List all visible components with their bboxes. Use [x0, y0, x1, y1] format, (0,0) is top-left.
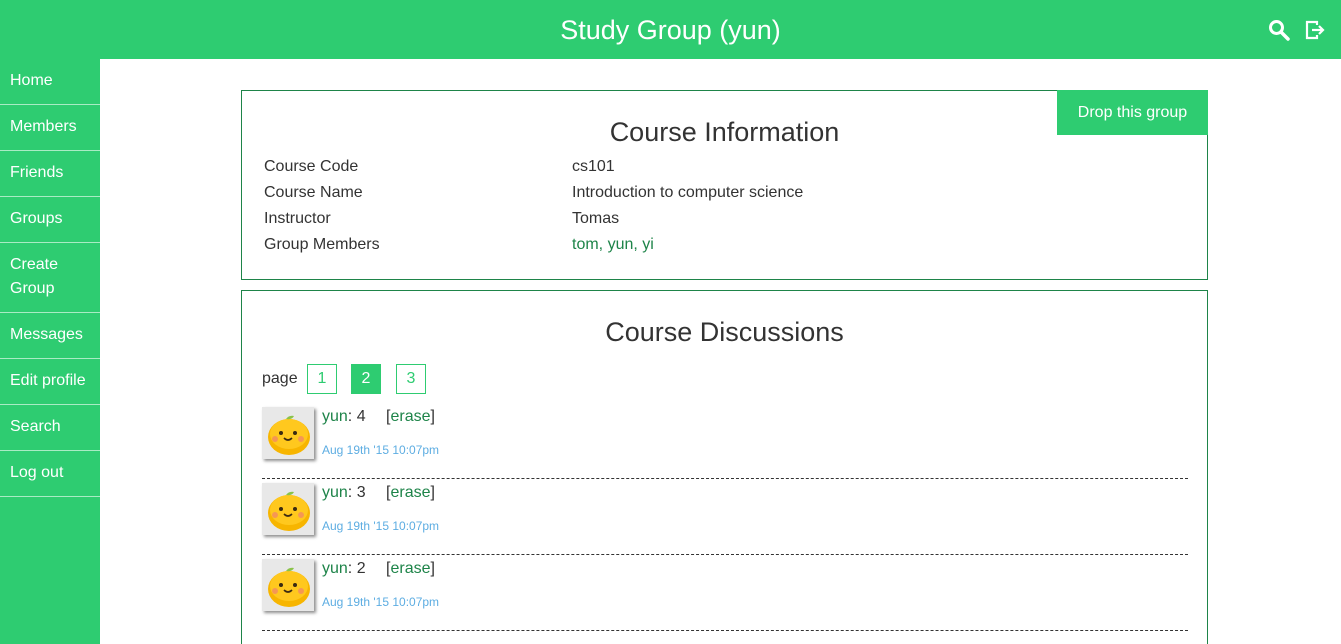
post-author-link[interactable]: yun [322, 484, 348, 501]
sidebar-item-search[interactable]: Search [0, 405, 100, 451]
sidebar-item-members[interactable]: Members [0, 105, 100, 151]
post-text: : 4 [347, 408, 366, 425]
course-info-title: Course Information [609, 117, 840, 147]
orange-avatar[interactable] [262, 559, 314, 611]
erase-bracket-close: ] [430, 484, 435, 501]
info-label: Group Members [264, 236, 380, 253]
info-value: Introduction to computer science [572, 184, 804, 201]
search-icon[interactable] [1268, 19, 1290, 41]
logout-icon[interactable] [1304, 19, 1326, 41]
post-timestamp: Aug 19th '15 10:07pm [322, 519, 440, 533]
sidebar-item-home[interactable]: Home [0, 59, 100, 105]
erase-bracket-close: ] [430, 408, 435, 425]
post-author-link[interactable]: yun [322, 560, 348, 577]
info-label: Course Name [264, 184, 363, 201]
erase-wrapper: [erase] [386, 560, 435, 577]
post-timestamp: Aug 19th '15 10:07pm [322, 595, 440, 609]
course-discussions-title: Course Discussions [605, 317, 844, 347]
discussion-post: yun: 2 [erase] Aug 19th '15 10:07pm [262, 555, 1188, 631]
erase-link[interactable]: erase [391, 408, 431, 425]
page-button-2[interactable]: 2 [351, 364, 381, 394]
post-header: yun: 3 [erase] [322, 483, 435, 503]
erase-link[interactable]: erase [391, 484, 431, 501]
orange-avatar[interactable] [262, 407, 314, 459]
sidebar-item-create-group[interactable]: Create Group [0, 243, 100, 313]
course-discussions-panel: Course Discussions page 1 2 3 yun: 4 [er… [241, 290, 1208, 644]
erase-wrapper: [erase] [386, 484, 435, 501]
course-info-panel: Drop this group Course Information Cours… [241, 90, 1208, 280]
orange-avatar[interactable] [262, 483, 314, 535]
post-timestamp: Aug 19th '15 10:07pm [322, 443, 440, 457]
post-text: : 2 [347, 560, 366, 577]
top-bar: Study Group (yun) [0, 0, 1341, 59]
post-header: yun: 4 [erase] [322, 407, 435, 427]
info-label: Instructor [264, 210, 331, 227]
page-label: page [262, 370, 298, 387]
page-button-1[interactable]: 1 [307, 364, 337, 394]
sidebar: Home Members Friends Groups Create Group… [0, 59, 100, 644]
erase-link[interactable]: erase [391, 560, 431, 577]
discussion-post: yun: 3 [erase] Aug 19th '15 10:07pm [262, 479, 1188, 555]
sidebar-item-messages[interactable]: Messages [0, 313, 100, 359]
post-header: yun: 2 [erase] [322, 559, 435, 579]
info-value: cs101 [572, 158, 615, 175]
sidebar-item-edit-profile[interactable]: Edit profile [0, 359, 100, 405]
sidebar-item-log-out[interactable]: Log out [0, 451, 100, 497]
app-title: Study Group (yun) [560, 15, 781, 45]
erase-bracket-close: ] [430, 560, 435, 577]
page-button-3[interactable]: 3 [396, 364, 426, 394]
info-value: Tomas [572, 210, 620, 227]
discussion-post: yun: 4 [erase] Aug 19th '15 10:07pm [262, 403, 1188, 479]
info-label: Course Code [264, 158, 359, 175]
sidebar-item-groups[interactable]: Groups [0, 197, 100, 243]
erase-wrapper: [erase] [386, 408, 435, 425]
group-members-links[interactable]: tom, yun, yi [572, 235, 654, 255]
post-author-link[interactable]: yun [322, 408, 348, 425]
post-text: : 3 [347, 484, 366, 501]
sidebar-item-friends[interactable]: Friends [0, 151, 100, 197]
